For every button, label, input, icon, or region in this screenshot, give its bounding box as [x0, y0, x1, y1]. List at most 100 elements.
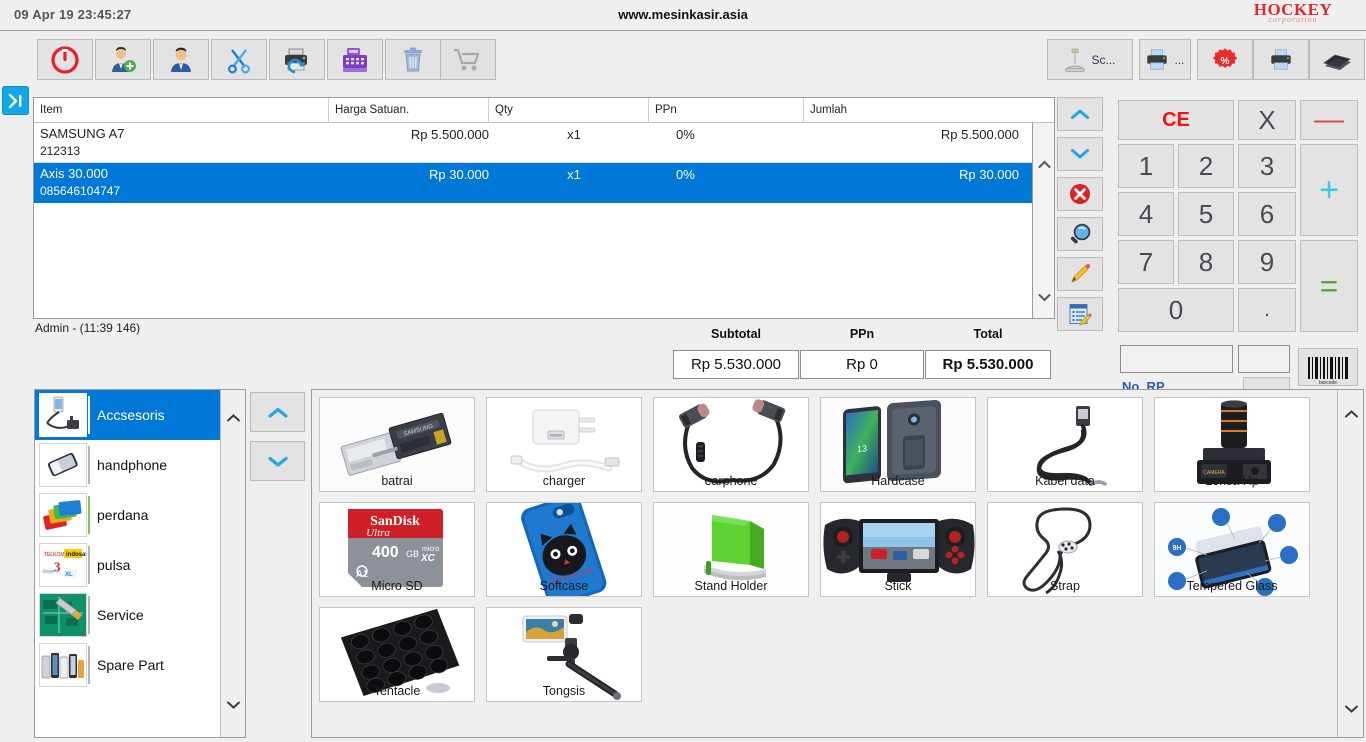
cart-row-name: Axis 30.000: [40, 166, 108, 181]
product-tile-batrai[interactable]: SAMSUNG batrai: [319, 397, 475, 492]
payment-secondary-input[interactable]: [1238, 345, 1290, 373]
user-icon: [167, 46, 195, 74]
key-cancel[interactable]: X: [1238, 100, 1296, 140]
key-plus[interactable]: +: [1300, 144, 1358, 236]
key-9[interactable]: 9: [1238, 240, 1296, 284]
key-0[interactable]: 0: [1118, 288, 1234, 332]
scale-button[interactable]: Sc...: [1047, 39, 1133, 80]
cart-row-sum: Rp 5.500.000: [940, 127, 1019, 142]
scroll-down-icon[interactable]: [1338, 699, 1364, 719]
column-header-sum: Jumlah: [810, 104, 848, 116]
scissors-icon: [225, 46, 253, 74]
key-minus[interactable]: —: [1300, 100, 1358, 140]
cart-scrollbar[interactable]: [1032, 123, 1054, 318]
key-clear-entry[interactable]: CE: [1118, 100, 1234, 140]
category-color-bar: [88, 396, 90, 434]
product-tile-strap[interactable]: Strap: [987, 502, 1143, 597]
category-panel: Accsesoris handphone perdana TELKOMSEL i…: [34, 389, 246, 738]
delete-button[interactable]: [385, 39, 441, 80]
cart-button[interactable]: [440, 39, 496, 80]
print-button[interactable]: [1253, 39, 1309, 80]
product-tile-tentacle[interactable]: Tentacle: [319, 607, 475, 702]
key-7[interactable]: 7: [1118, 240, 1174, 284]
key-8[interactable]: 8: [1178, 240, 1234, 284]
key-1[interactable]: 1: [1118, 144, 1174, 188]
key-2[interactable]: 2: [1178, 144, 1234, 188]
product-tile-softcase[interactable]: MewCute Cat Softcase: [486, 502, 642, 597]
user-add-icon: [109, 46, 137, 74]
chevron-down-icon: [1070, 148, 1090, 160]
barcode-button[interactable]: barcode: [1298, 348, 1358, 386]
power-button[interactable]: [37, 39, 93, 80]
scroll-down-icon[interactable]: [1033, 288, 1055, 306]
product-page-down-button[interactable]: [250, 441, 305, 481]
svg-text:XL: XL: [65, 572, 73, 578]
search-item-button[interactable]: [1057, 217, 1103, 251]
product-tile-label: Tempered Glass: [1186, 579, 1278, 593]
cart-row-qty: x1: [567, 127, 581, 142]
reprint-button[interactable]: [269, 39, 325, 80]
product-tile-lensa-hp[interactable]: CAMERA Lensa Hp: [1154, 397, 1310, 492]
sidebar-item-label: perdana: [97, 507, 149, 523]
product-tile-micro-sd[interactable]: SanDisk Ultra 400 GB micro XC A1 Micro S…: [319, 502, 475, 597]
remove-item-button[interactable]: [1057, 177, 1103, 211]
scroll-up-icon[interactable]: [1033, 155, 1055, 173]
sidebar-item-pulsa[interactable]: TELKOMSEL indosat 3 smartfren XL pulsa: [35, 540, 221, 590]
key-6[interactable]: 6: [1238, 192, 1296, 236]
expand-panel-button[interactable]: [2, 86, 29, 115]
edit-item-button[interactable]: [1057, 257, 1103, 291]
site-title: www.mesinkasir.asia: [618, 7, 748, 22]
product-tile-tempered-glass[interactable]: 9H Tempered Glass: [1154, 502, 1310, 597]
key-4[interactable]: 4: [1118, 192, 1174, 236]
category-color-bar: [88, 496, 90, 534]
category-thumbnail-handphone: [39, 443, 87, 487]
product-tile-charger[interactable]: charger: [486, 397, 642, 492]
cash-register-button[interactable]: [327, 39, 383, 80]
product-tile-hardcase[interactable]: 13 Hardcase: [820, 397, 976, 492]
discount-button[interactable]: %: [1197, 39, 1253, 80]
print-options-label: ...: [1174, 52, 1185, 67]
product-tile-label: Kabel data: [1035, 474, 1095, 488]
sidebar-item-spare-part[interactable]: Spare Part: [35, 640, 221, 690]
key-3[interactable]: 3: [1238, 144, 1296, 188]
key-equals[interactable]: =: [1300, 240, 1358, 332]
table-row[interactable]: Axis 30.000 085646104747 Rp 30.000 x1 0%…: [34, 163, 1054, 203]
note-button[interactable]: [1057, 297, 1103, 331]
numeric-keypad: CE X — 1 2 3 + 4 5 6 7 8 9 = 0 .: [1118, 100, 1358, 340]
trash-icon: [400, 46, 426, 74]
move-down-button[interactable]: [1057, 137, 1103, 171]
scale-button-label: Sc...: [1091, 52, 1116, 67]
product-tile-tongsis[interactable]: Tongsis: [486, 607, 642, 702]
category-color-bar: [88, 646, 90, 684]
payment-amount-input[interactable]: [1120, 345, 1233, 373]
product-tile-label: charger: [542, 474, 586, 488]
product-tile-earphone[interactable]: earphone: [653, 397, 809, 492]
category-scrollbar[interactable]: [220, 390, 245, 737]
add-customer-button[interactable]: [95, 39, 151, 80]
sidebar-item-accsesoris[interactable]: Accsesoris: [35, 390, 221, 440]
key-dot[interactable]: .: [1238, 288, 1296, 332]
product-tile-stick[interactable]: Stick: [820, 502, 976, 597]
product-tile-stand-holder[interactable]: Stand Holder: [653, 502, 809, 597]
scroll-up-icon[interactable]: [1338, 404, 1364, 424]
product-scrollbar[interactable]: [1337, 390, 1363, 737]
column-header-qty: Qty: [489, 98, 649, 123]
product-tile-kabel-data[interactable]: Kabel data: [987, 397, 1143, 492]
scroll-down-icon[interactable]: [221, 695, 246, 715]
scroll-up-icon[interactable]: [221, 408, 246, 428]
table-row[interactable]: SAMSUNG A7 212313 Rp 5.500.000 x1 0% Rp …: [34, 123, 1054, 163]
sidebar-item-perdana[interactable]: perdana: [35, 490, 221, 540]
move-up-button[interactable]: [1057, 97, 1103, 131]
cut-button[interactable]: [211, 39, 267, 80]
clipped-secondary-field[interactable]: [1243, 377, 1290, 389]
customer-button[interactable]: [153, 39, 209, 80]
product-tile-label: Tongsis: [542, 684, 586, 698]
sidebar-item-service[interactable]: Service: [35, 590, 221, 640]
sidebar-item-handphone[interactable]: handphone: [35, 440, 221, 490]
key-5[interactable]: 5: [1178, 192, 1234, 236]
card-button[interactable]: [1309, 39, 1365, 80]
print-options-button[interactable]: ...: [1139, 39, 1191, 80]
chevron-down-icon: [267, 455, 289, 468]
product-page-up-button[interactable]: [250, 392, 305, 432]
cart-actions-panel: [1057, 97, 1103, 337]
